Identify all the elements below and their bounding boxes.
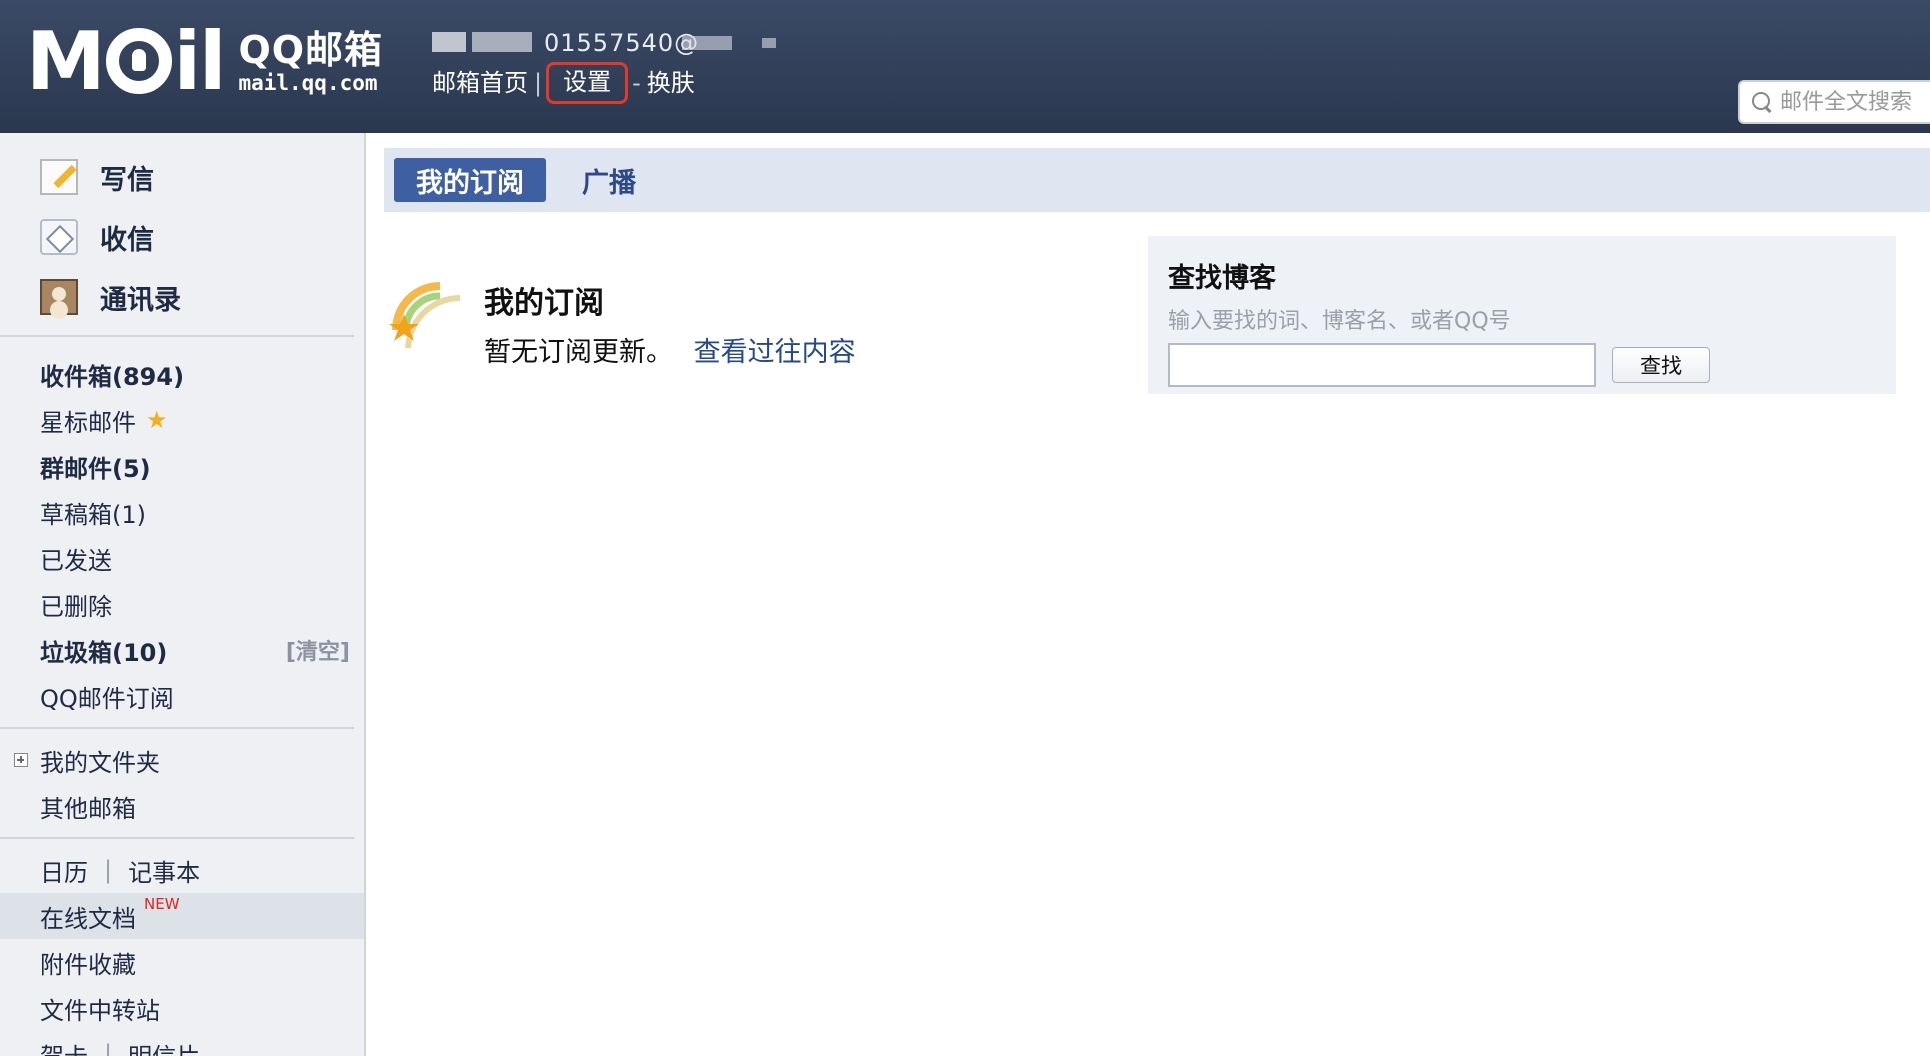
divider — [0, 837, 354, 839]
no-updates-text: 暂无订阅更新。 — [484, 337, 673, 368]
find-blog-input[interactable] — [1168, 343, 1596, 387]
postcard-link[interactable]: 明信片 — [128, 1037, 200, 1056]
contacts-label: 通讯录 — [100, 284, 181, 316]
sidebar-item-file-transfer[interactable]: 文件中转站 — [0, 985, 364, 1031]
top-bar: Mil QQ邮箱 mail.qq.com 01557540@ 邮箱首页 | 设置… — [0, 0, 1930, 133]
rss-feed-icon — [389, 282, 461, 348]
inbox-icon — [40, 219, 78, 255]
find-blog-hint: 输入要找的词、博客名、或者QQ号 — [1168, 309, 1511, 334]
sidebar-item-attachments[interactable]: 附件收藏 — [0, 939, 364, 985]
separator: | — [104, 856, 113, 884]
change-skin-link[interactable]: 换肤 — [647, 66, 695, 100]
new-badge: NEW — [144, 895, 180, 913]
mail-search-box[interactable] — [1738, 80, 1930, 124]
sidebar-item-calendar-notepad: 日历 | 记事本 — [0, 847, 364, 893]
view-past-content-link[interactable]: 查看过往内容 — [694, 337, 856, 368]
sidebar: 写信 收信 通讯录 收件箱(894) 星标邮件 ★ 群邮件(5) 草稿箱(1) … — [0, 133, 366, 1056]
top-links: 邮箱首页 | 设置 - 换肤 — [432, 62, 695, 104]
contacts-button[interactable]: 通讯录 — [0, 267, 364, 327]
sidebar-item-drafts[interactable]: 草稿箱(1) — [0, 489, 364, 535]
sidebar-item-online-docs[interactable]: 在线文档 NEW — [0, 893, 364, 939]
greeting-card-link[interactable]: 贺卡 — [40, 1037, 88, 1056]
find-blog-button[interactable]: 查找 — [1612, 347, 1710, 383]
qq-penguin-icon — [105, 28, 172, 95]
compose-label: 写信 — [100, 164, 154, 196]
expand-plus-icon[interactable] — [14, 753, 28, 767]
separator: - — [632, 69, 641, 97]
sidebar-item-inbox[interactable]: 收件箱(894) — [0, 351, 364, 397]
compose-icon — [40, 159, 78, 195]
online-docs-label: 在线文档 — [40, 904, 136, 933]
sidebar-item-sent[interactable]: 已发送 — [0, 535, 364, 581]
sidebar-item-group-mail[interactable]: 群邮件(5) — [0, 443, 364, 489]
starred-label: 星标邮件 — [40, 408, 136, 437]
separator: | — [104, 1040, 113, 1056]
redacted-block — [432, 32, 466, 52]
contacts-icon — [40, 279, 78, 315]
folder-list: 收件箱(894) 星标邮件 ★ 群邮件(5) 草稿箱(1) 已发送 已删除 垃圾… — [0, 345, 364, 719]
logo-domain: mail.qq.com — [238, 71, 378, 95]
find-blog-row: 查找 — [1168, 343, 1876, 387]
find-blog-title: 查找博客 — [1168, 263, 1276, 294]
subscription-message: 暂无订阅更新。 查看过往内容 — [484, 330, 856, 369]
sidebar-item-cards: 贺卡 | 明信片 — [0, 1031, 364, 1056]
subscription-tabs: 我的订阅 广播 — [384, 148, 1930, 212]
divider — [0, 727, 354, 729]
find-blog-panel: 查找博客 输入要找的词、博客名、或者QQ号 查找 — [1148, 236, 1896, 394]
sidebar-item-other-mailboxes[interactable]: 其他邮箱 — [0, 783, 364, 829]
settings-link[interactable]: 设置 — [546, 62, 629, 104]
receive-label: 收信 — [100, 224, 154, 256]
redacted-block — [682, 36, 732, 50]
empty-spam-link[interactable]: [清空] — [286, 634, 350, 666]
sidebar-item-my-folders[interactable]: 我的文件夹 — [0, 737, 364, 783]
mail-search-input[interactable] — [1780, 89, 1930, 115]
compose-button[interactable]: 写信 — [0, 147, 364, 207]
receive-button[interactable]: 收信 — [0, 207, 364, 267]
sidebar-item-spam[interactable]: 垃圾箱(10) [清空] — [0, 627, 364, 673]
spam-label: 垃圾箱(10) — [40, 638, 168, 667]
notepad-link[interactable]: 记事本 — [128, 853, 200, 888]
logo-cn-text: QQ邮箱 — [238, 28, 384, 72]
separator: | — [534, 69, 543, 97]
subscription-title: 我的订阅 — [484, 286, 604, 321]
sidebar-item-subscriptions[interactable]: QQ邮件订阅 — [0, 673, 364, 719]
search-icon — [1752, 92, 1772, 112]
quick-actions: 写信 收信 通讯录 — [0, 133, 364, 327]
calendar-link[interactable]: 日历 — [40, 853, 88, 888]
tab-my-subscriptions[interactable]: 我的订阅 — [394, 158, 546, 202]
mail-logo-mark: Mil — [26, 15, 226, 108]
tab-broadcast[interactable]: 广播 — [560, 158, 658, 202]
my-folders-label: 我的文件夹 — [40, 748, 160, 777]
redacted-block — [472, 32, 532, 52]
redacted-block — [762, 38, 776, 48]
divider — [0, 335, 354, 337]
account-address: 01557540@ — [432, 28, 792, 58]
sidebar-item-deleted[interactable]: 已删除 — [0, 581, 364, 627]
account-visible-text: 01557540@ — [544, 29, 700, 57]
mail-home-link[interactable]: 邮箱首页 — [432, 66, 528, 100]
qq-mail-logo[interactable]: Mil QQ邮箱 mail.qq.com — [26, 22, 383, 102]
sidebar-item-starred[interactable]: 星标邮件 ★ — [0, 397, 364, 443]
logo-text: QQ邮箱 mail.qq.com — [238, 29, 383, 95]
star-icon: ★ — [146, 406, 168, 434]
